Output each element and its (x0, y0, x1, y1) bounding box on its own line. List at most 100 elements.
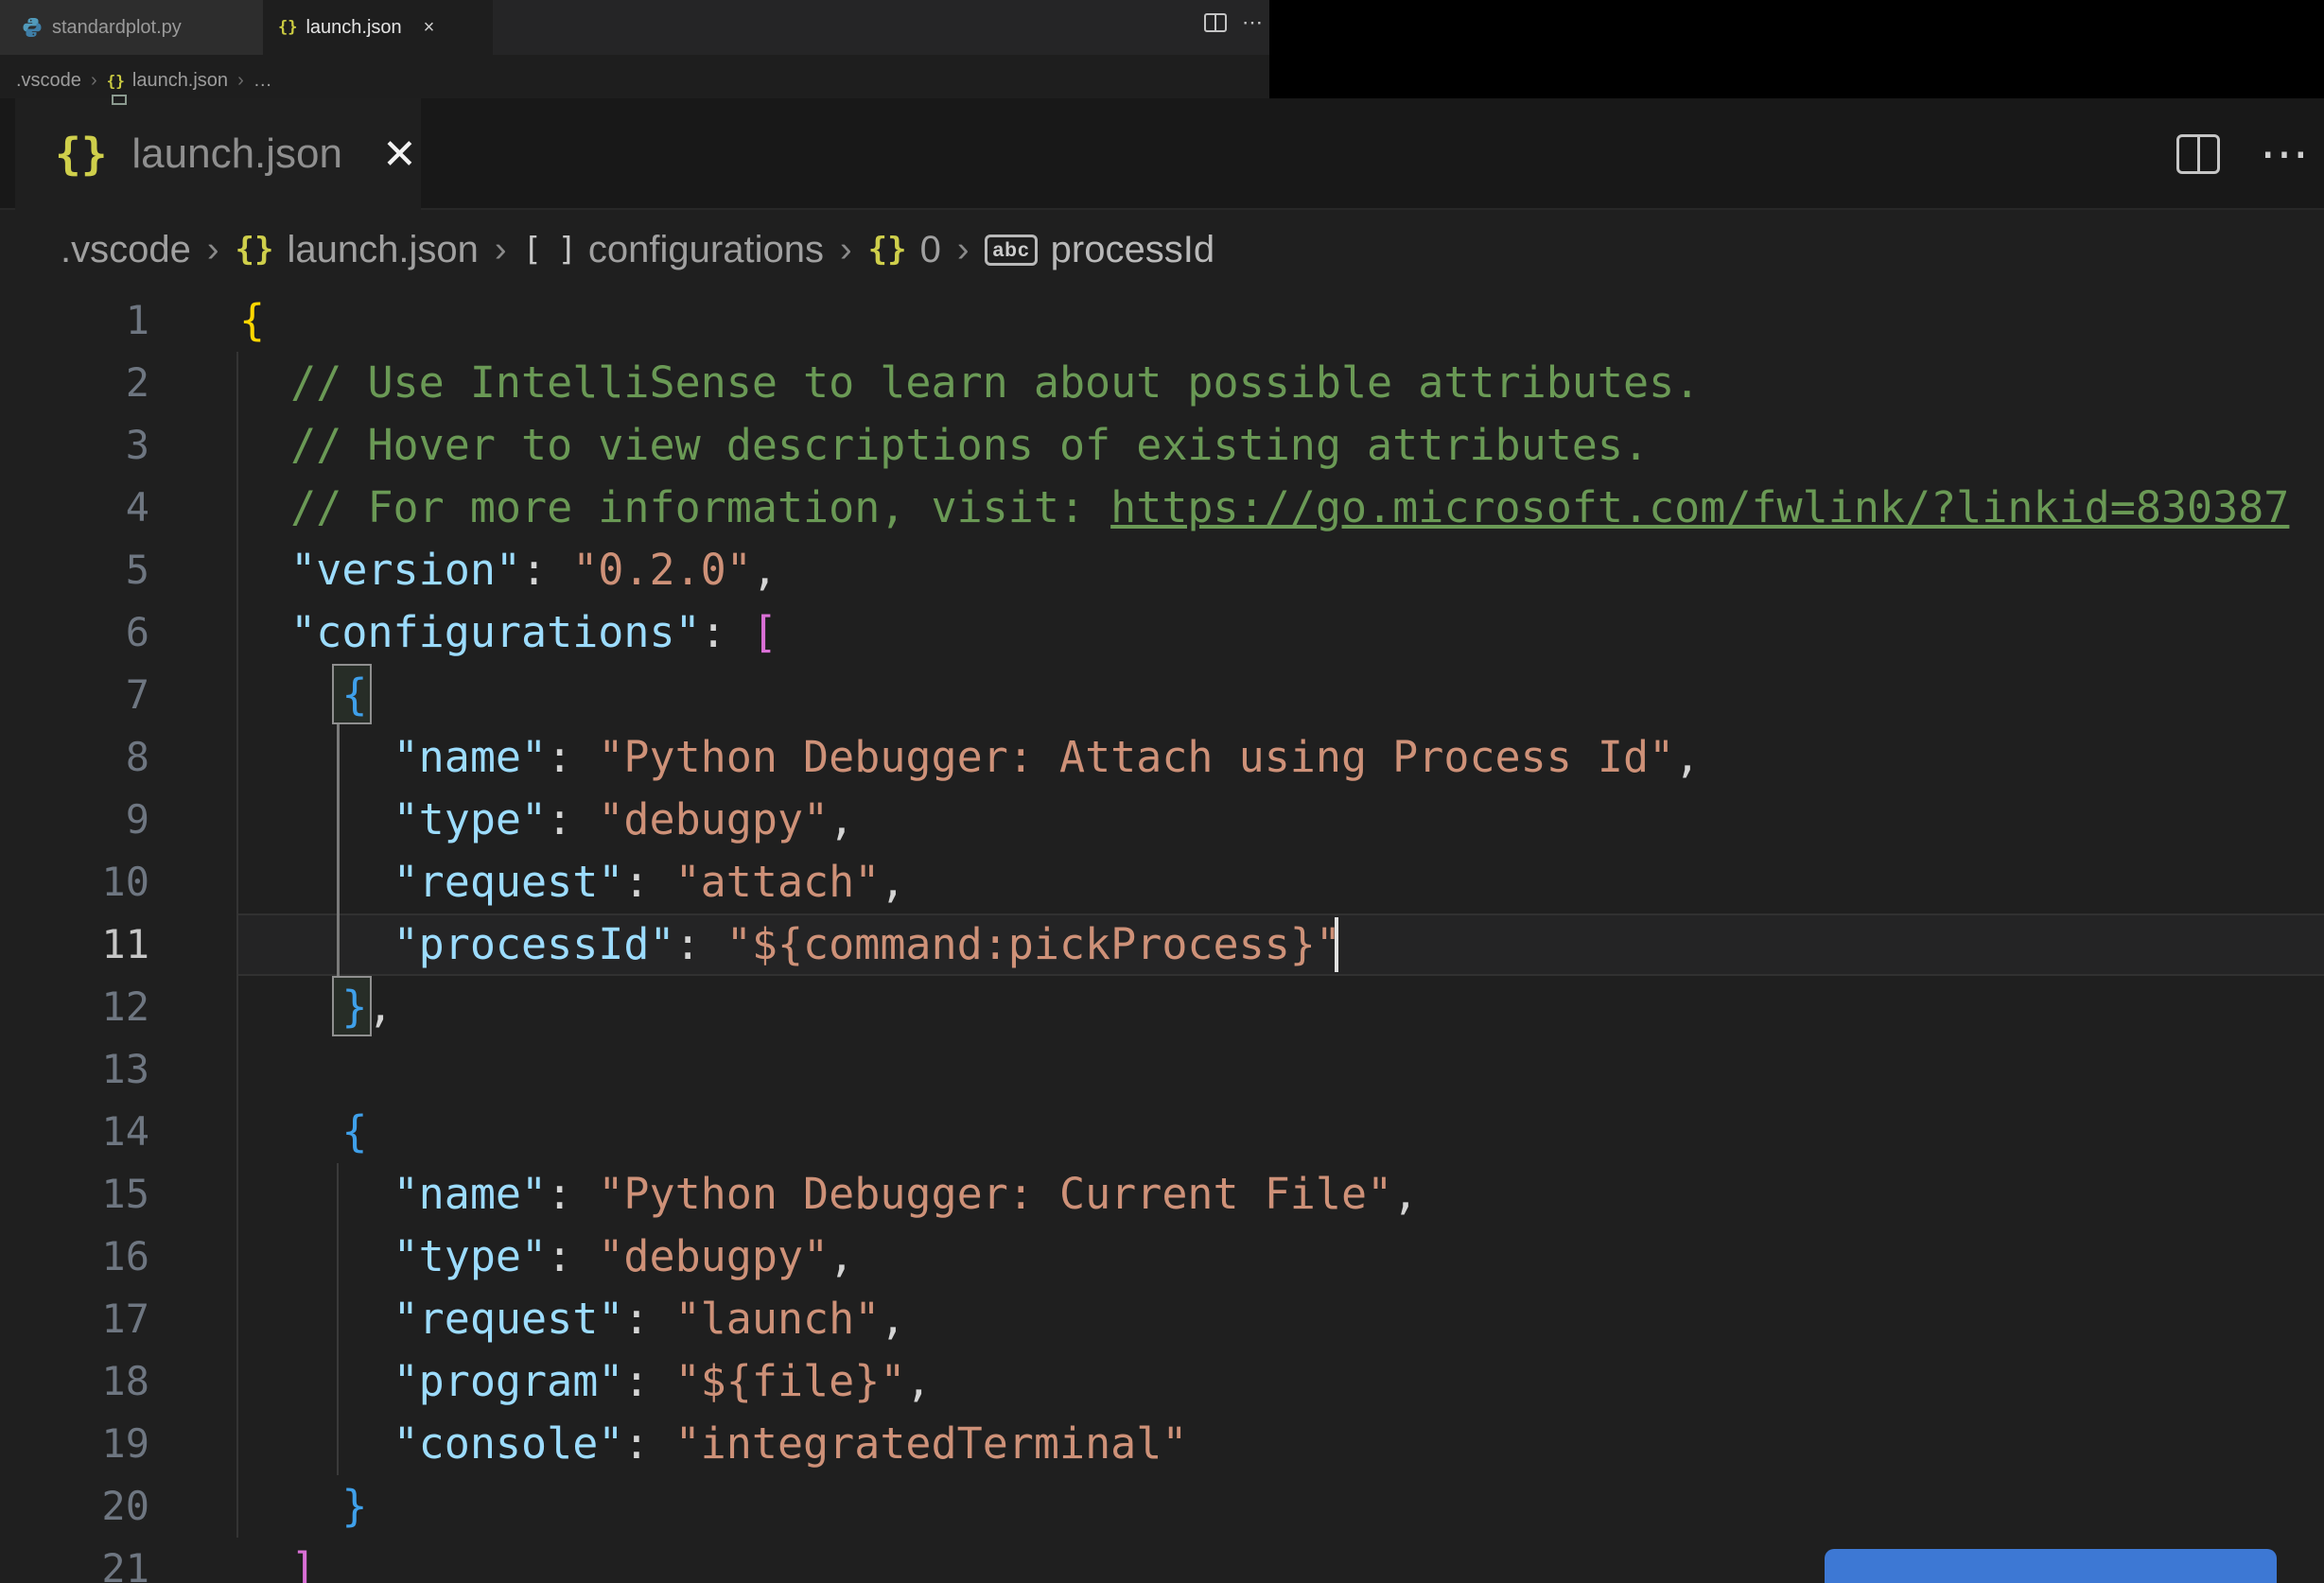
tab-launch-json[interactable]: {} launch.json × (263, 0, 493, 55)
close-icon[interactable]: × (424, 17, 435, 39)
json-braces-icon: {} (867, 231, 907, 269)
code-line: 20 } (0, 1475, 2324, 1538)
code-line: 15 "name": "Python Debugger: Current Fil… (0, 1163, 2324, 1226)
breadcrumb-item[interactable]: .vscode (61, 229, 191, 271)
line-number[interactable]: 1 (0, 289, 149, 352)
line-number[interactable]: 14 (0, 1101, 149, 1163)
breadcrumb-item[interactable]: {} launch.json (107, 70, 228, 92)
code-line: 1{ (0, 289, 2324, 352)
breadcrumb-label: … (253, 69, 272, 91)
line-number[interactable]: 19 (0, 1413, 149, 1475)
code-line: 4 // For more information, visit: https:… (0, 477, 2324, 539)
editor-actions: ⋯ (1204, 0, 1264, 55)
code-line: 19 "console": "integratedTerminal" (0, 1413, 2324, 1475)
mini-editor-strip: standardplot.py {} launch.json × ⋯ .vsco… (0, 0, 1269, 98)
json-braces-icon: {} (55, 129, 108, 180)
code-text: "version": "0.2.0", (239, 545, 778, 595)
string-abc-icon: abc (985, 234, 1038, 266)
json-braces-icon: {} (235, 231, 274, 269)
code-editor[interactable]: 1{2 // Use IntelliSense to learn about p… (0, 289, 2324, 1583)
split-editor-icon[interactable] (1204, 13, 1227, 32)
tab-label: launch.json (306, 16, 402, 38)
line-number[interactable]: 2 (0, 352, 149, 414)
code-text: ] (290, 1543, 317, 1583)
line-number[interactable]: 15 (0, 1163, 149, 1226)
tab-bar: {} launch.json ✕ ⋯ (0, 98, 2324, 210)
chevron-right-icon: › (956, 229, 970, 270)
code-text: }, (341, 982, 393, 1032)
line-number[interactable]: 21 (0, 1538, 149, 1583)
json-braces-icon: {} (278, 18, 298, 37)
code-text: "request": "attach", (393, 857, 906, 907)
line-number[interactable]: 4 (0, 477, 149, 539)
breadcrumb-item[interactable]: … (253, 70, 272, 92)
code-line: 17 "request": "launch", (0, 1288, 2324, 1350)
black-cutout-region (1269, 0, 2324, 98)
code-line: 12 }, (0, 976, 2324, 1038)
code-text: "name": "Python Debugger: Attach using P… (393, 732, 1701, 782)
breadcrumb-label: .vscode (16, 69, 81, 91)
add-configuration-button-partial[interactable] (1825, 1549, 2277, 1583)
code-text: { (341, 1106, 368, 1157)
small-outline-artifact (112, 95, 127, 105)
code-text: } (341, 1481, 368, 1531)
breadcrumb-label: launch.json (131, 69, 229, 91)
code-line: 9 "type": "debugpy", (0, 789, 2324, 851)
line-number[interactable]: 5 (0, 539, 149, 601)
code-line: 2 // Use IntelliSense to learn about pos… (0, 352, 2324, 414)
chevron-right-icon: › (839, 229, 852, 270)
code-text: // Use IntelliSense to learn about possi… (239, 357, 1701, 408)
code-text: "request": "launch", (393, 1294, 906, 1344)
chevron-right-icon: › (237, 69, 244, 91)
code-text: { (239, 295, 266, 345)
line-number[interactable]: 3 (0, 414, 149, 477)
code-text: "program": "${file}", (393, 1356, 932, 1406)
close-icon[interactable]: ✕ (382, 130, 417, 179)
code-line: 3 // Hover to view descriptions of exist… (0, 414, 2324, 477)
mini-tab-bar: standardplot.py {} launch.json × ⋯ (0, 0, 1269, 55)
more-actions-icon[interactable]: ⋯ (2260, 130, 2311, 179)
code-line: 16 "type": "debugpy", (0, 1226, 2324, 1288)
line-number[interactable]: 13 (0, 1038, 149, 1101)
tab-label: standardplot.py (52, 16, 182, 38)
code-text: "name": "Python Debugger: Current File", (393, 1169, 1419, 1219)
code-text: "processId": "${command:pickProcess}" (393, 919, 1341, 969)
code-line: 14 { (0, 1101, 2324, 1163)
code-text: "configurations": [ (239, 607, 778, 657)
breadcrumb-label: launch.json (287, 228, 479, 270)
breadcrumb-label: processId (1050, 228, 1215, 270)
line-number[interactable]: 20 (0, 1475, 149, 1538)
vscode-window: standardplot.py {} launch.json × ⋯ .vsco… (0, 0, 2324, 1583)
breadcrumb-item[interactable]: {} launch.json (236, 229, 479, 271)
code-text: { (341, 670, 368, 720)
more-actions-icon[interactable]: ⋯ (1242, 12, 1264, 33)
line-number[interactable]: 10 (0, 851, 149, 913)
breadcrumb-item[interactable]: {} 0 (868, 229, 941, 271)
line-number[interactable]: 12 (0, 976, 149, 1038)
line-number[interactable]: 16 (0, 1226, 149, 1288)
code-text: "console": "integratedTerminal" (393, 1418, 1188, 1469)
breadcrumb-label: configurations (587, 228, 824, 270)
python-file-icon (23, 18, 42, 37)
line-number[interactable]: 11 (0, 913, 149, 976)
code-text: "type": "debugpy", (393, 1231, 855, 1281)
line-number[interactable]: 9 (0, 789, 149, 851)
chevron-right-icon: › (90, 69, 97, 91)
line-number[interactable]: 17 (0, 1288, 149, 1350)
code-line: 18 "program": "${file}", (0, 1350, 2324, 1413)
code-line: 11 "processId": "${command:pickProcess}" (0, 913, 2324, 976)
tab-standardplot-py[interactable]: standardplot.py (0, 0, 263, 55)
tab-launch-json-large[interactable]: {} launch.json ✕ (15, 98, 421, 210)
breadcrumb-item[interactable]: [ ] configurations (523, 229, 824, 271)
line-number[interactable]: 18 (0, 1350, 149, 1413)
line-number[interactable]: 8 (0, 726, 149, 789)
line-number[interactable]: 7 (0, 664, 149, 726)
code-line: 7 { (0, 664, 2324, 726)
code-line: 8 "name": "Python Debugger: Attach using… (0, 726, 2324, 789)
split-editor-icon[interactable] (2176, 134, 2220, 174)
breadcrumb-item[interactable]: abc processId (985, 229, 1214, 271)
line-number[interactable]: 6 (0, 601, 149, 664)
breadcrumb-item[interactable]: .vscode (16, 70, 81, 92)
tab-label: launch.json (131, 130, 342, 177)
